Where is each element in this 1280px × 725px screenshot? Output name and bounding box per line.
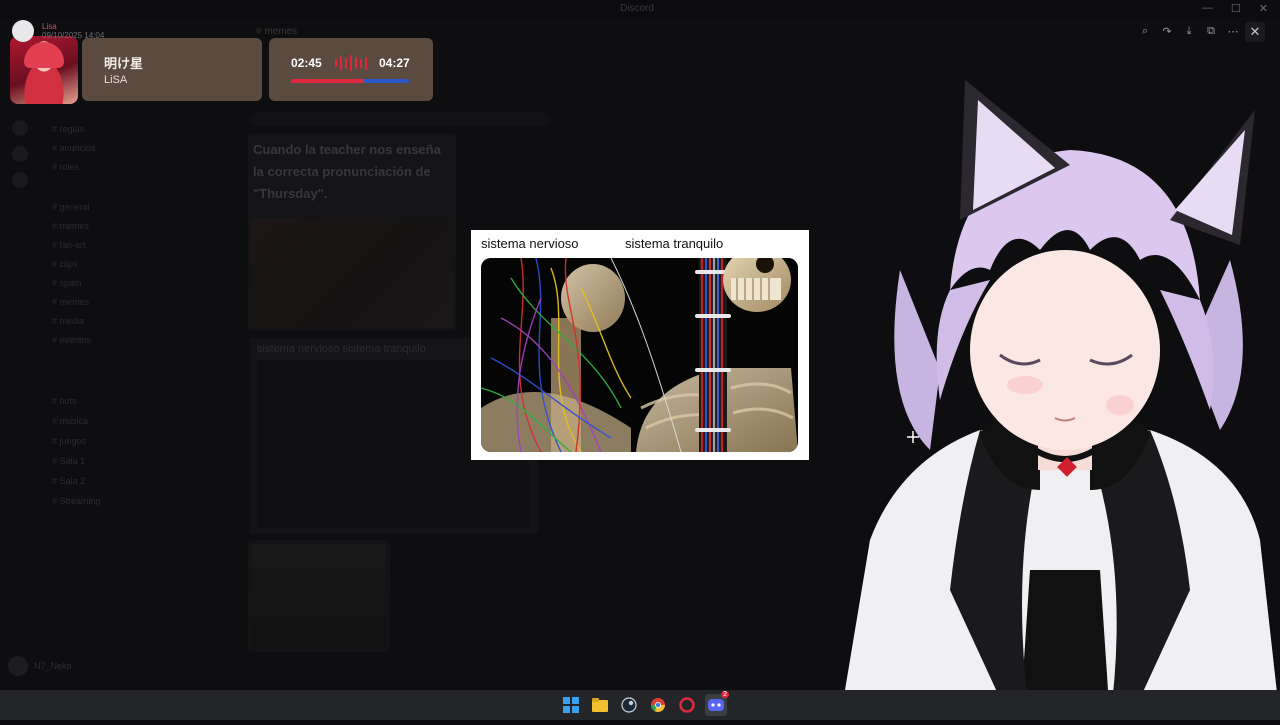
channel-item[interactable]: # bots <box>52 396 77 406</box>
close-viewer-button[interactable]: ✕ <box>1245 22 1265 42</box>
zoom-icon[interactable]: ⌕ <box>1136 22 1154 40</box>
anatomy-illustration <box>481 258 798 452</box>
meme-label-left: sistema nervioso <box>481 236 579 251</box>
progress-fill <box>291 79 364 83</box>
streamer-avatar <box>12 20 34 42</box>
album-art <box>10 36 78 104</box>
chat-meme-card[interactable]: Cuando la teacher nos enseña la correcta… <box>248 134 456 330</box>
channel-item[interactable]: # Streaming <box>52 496 101 506</box>
window-controls: — ☐ ✕ <box>1202 2 1268 15</box>
progress-bar <box>291 79 409 83</box>
channel-item[interactable]: # roles <box>52 162 79 172</box>
song-title: 明け星 <box>104 56 144 71</box>
opera-icon[interactable] <box>676 694 698 716</box>
chrome-icon[interactable] <box>647 694 669 716</box>
notification-badge: 2 <box>721 691 729 698</box>
channel-item[interactable]: # memes <box>52 297 89 307</box>
channel-item[interactable]: # Sala 1 <box>52 456 85 466</box>
equalizer-icon <box>335 55 367 71</box>
file-explorer-icon[interactable] <box>589 694 611 716</box>
meta-user: Lisa <box>42 22 57 31</box>
meme-label-right: sistema tranquilo <box>625 236 724 251</box>
window-title: Discord <box>620 3 654 14</box>
channel-item[interactable]: # musica <box>52 416 88 426</box>
elapsed-time: 02:45 <box>291 56 322 70</box>
playback-time-card: 02:45 04:27 <box>269 38 433 101</box>
steam-icon[interactable] <box>618 694 640 716</box>
vtuber-avatar <box>840 70 1280 720</box>
meme-overlay: sistema nervioso sistema tranquilo <box>471 230 809 460</box>
channel-header: # memes <box>256 26 298 37</box>
channel-item[interactable]: # general <box>52 202 90 212</box>
maximize-icon[interactable]: ☐ <box>1231 2 1241 15</box>
channel-item[interactable]: # reglas <box>52 124 84 134</box>
channel-item[interactable]: # fan-art <box>52 240 86 250</box>
meme-image[interactable] <box>252 544 386 648</box>
taskbar: 2 <box>0 690 1280 720</box>
user-panel: N7_Neko <box>8 656 72 676</box>
taskbar-apps: 2 <box>560 691 729 716</box>
channel-item[interactable]: # Sala 2 <box>52 476 85 486</box>
channel-item[interactable]: # memes <box>52 221 89 231</box>
more-icon[interactable]: ⋯ <box>1224 22 1242 40</box>
download-icon[interactable]: ⤓ <box>1180 22 1198 40</box>
channel-item[interactable]: # anuncios <box>52 143 96 153</box>
channel-sidebar: # reglas # anuncios # roles # general # … <box>0 100 210 660</box>
user-avatar[interactable] <box>8 656 28 676</box>
image-viewer-toolbar: ⌕ ↷ ⤓ ⧉ ⋯ <box>1136 22 1242 40</box>
album-art-figure <box>24 42 64 68</box>
song-info-card: 明け星 LiSA <box>82 38 262 101</box>
meme-image[interactable] <box>251 218 453 328</box>
minimize-icon[interactable]: — <box>1202 2 1213 15</box>
open-external-icon[interactable]: ⧉ <box>1202 22 1220 40</box>
channel-item[interactable]: # spam <box>52 278 82 288</box>
share-icon[interactable]: ↷ <box>1158 22 1176 40</box>
anatomy-image <box>481 258 798 452</box>
song-artist: LiSA <box>104 74 128 86</box>
total-time: 04:27 <box>379 56 410 70</box>
meme-caption: sistema nervioso sistema tranquilo <box>257 343 426 355</box>
meme-caption: Cuando la teacher nos enseña la correcta… <box>253 142 441 201</box>
chat-meme-card[interactable] <box>248 540 390 652</box>
channel-item[interactable]: # clips <box>52 259 78 269</box>
channel-item[interactable]: # eventos <box>52 335 91 345</box>
close-window-icon[interactable]: ✕ <box>1259 2 1268 15</box>
channel-item[interactable]: # juegos <box>52 436 86 446</box>
channel-item[interactable]: # media <box>52 316 84 326</box>
user-name: N7_Neko <box>34 661 72 671</box>
title-bar: Discord — ☐ ✕ <box>0 0 1280 18</box>
discord-icon[interactable]: 2 <box>705 691 729 716</box>
windows-start-icon[interactable] <box>560 694 582 716</box>
cursor-crosshair-icon <box>907 430 919 443</box>
message-composer[interactable] <box>250 112 550 126</box>
